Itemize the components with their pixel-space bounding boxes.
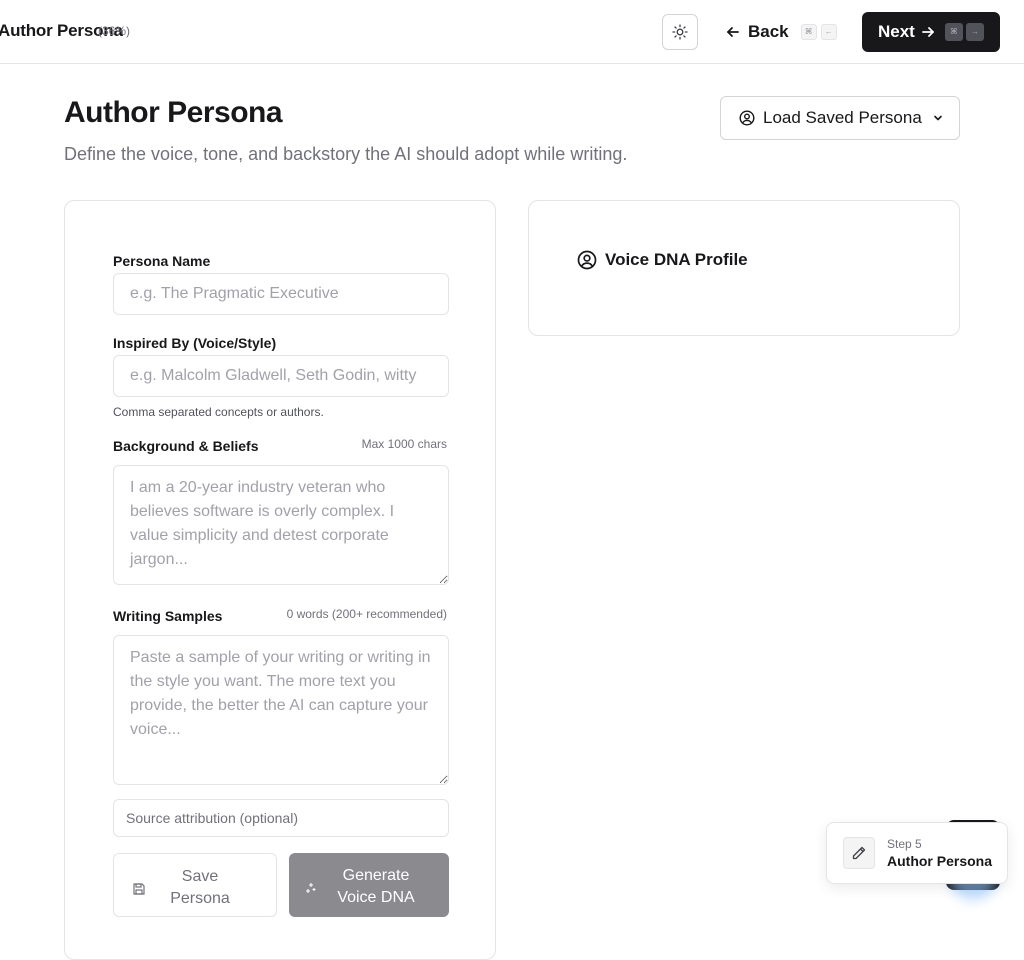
arrow-left-icon (727, 27, 739, 37)
save-persona-button[interactable]: Save Persona (113, 853, 277, 917)
cmd-key: ⌘ (944, 23, 963, 41)
inspired-by-helper: Comma separated concepts or authors. (113, 405, 324, 419)
save-persona-label: Save Persona (170, 868, 230, 907)
next-button[interactable]: Next ⌘ → (862, 12, 1000, 52)
load-saved-persona-label: Load Saved Persona (763, 108, 922, 127)
theme-toggle-button[interactable] (662, 14, 698, 50)
sun-icon (672, 24, 688, 40)
writing-samples-textarea[interactable] (113, 635, 449, 785)
back-shortcut: ⌘ ← (797, 24, 837, 40)
page-title: Author Persona (64, 96, 283, 129)
next-shortcut: ⌘ → (944, 23, 987, 41)
user-circle-icon (577, 250, 597, 270)
load-saved-persona-button[interactable]: Load Saved Persona (720, 96, 960, 140)
voice-dna-title: Voice DNA Profile (605, 250, 748, 269)
page-subtitle: Define the voice, tone, and backstory th… (64, 144, 628, 164)
back-button[interactable]: Back ⌘ ← (716, 14, 846, 50)
background-label: Background & Beliefs (113, 438, 259, 454)
sparkles-icon (306, 883, 316, 893)
persona-name-label: Persona Name (113, 253, 211, 269)
toast-step-number: Step 5 (887, 837, 922, 851)
generate-voice-dna-label: Generate Voice DNA (337, 867, 415, 906)
right-key: → (965, 23, 984, 41)
step-indicator-toast[interactable]: Step 5 Author Persona (826, 822, 1008, 884)
cmd-key: ⌘ (800, 24, 817, 40)
left-key: ← (820, 24, 837, 40)
pen-icon (843, 837, 875, 869)
voice-dna-heading: Voice DNA Profile (577, 250, 748, 270)
arrow-right-icon (921, 27, 934, 37)
writing-samples-word-count: 0 words (200+ recommended) (286, 607, 447, 621)
persona-form-card: Persona Name Inspired By (Voice/Style) C… (64, 200, 496, 960)
back-button-label: Back (748, 22, 789, 41)
source-attribution-input[interactable] (113, 799, 449, 837)
toast-step-name: Author Persona (887, 853, 993, 869)
next-button-label: Next (878, 22, 915, 41)
background-textarea[interactable] (113, 465, 449, 585)
save-icon (133, 883, 145, 895)
toast-text: Step 5 Author Persona (887, 837, 992, 869)
chevron-down-icon (933, 115, 942, 121)
user-circle-icon (739, 110, 755, 126)
persona-name-input[interactable] (113, 273, 449, 315)
inspired-by-input[interactable] (113, 355, 449, 397)
inspired-by-label: Inspired By (Voice/Style) (113, 335, 277, 351)
progress-percent: (36%) (98, 24, 131, 38)
writing-samples-label: Writing Samples (113, 608, 223, 624)
voice-dna-card: Voice DNA Profile (528, 200, 960, 336)
top-bar: Author Persona (36%) Back ⌘ ← Next ⌘ → (0, 0, 1024, 64)
generate-voice-dna-button[interactable]: Generate Voice DNA (289, 853, 449, 917)
background-char-limit: Max 1000 chars (361, 437, 447, 451)
